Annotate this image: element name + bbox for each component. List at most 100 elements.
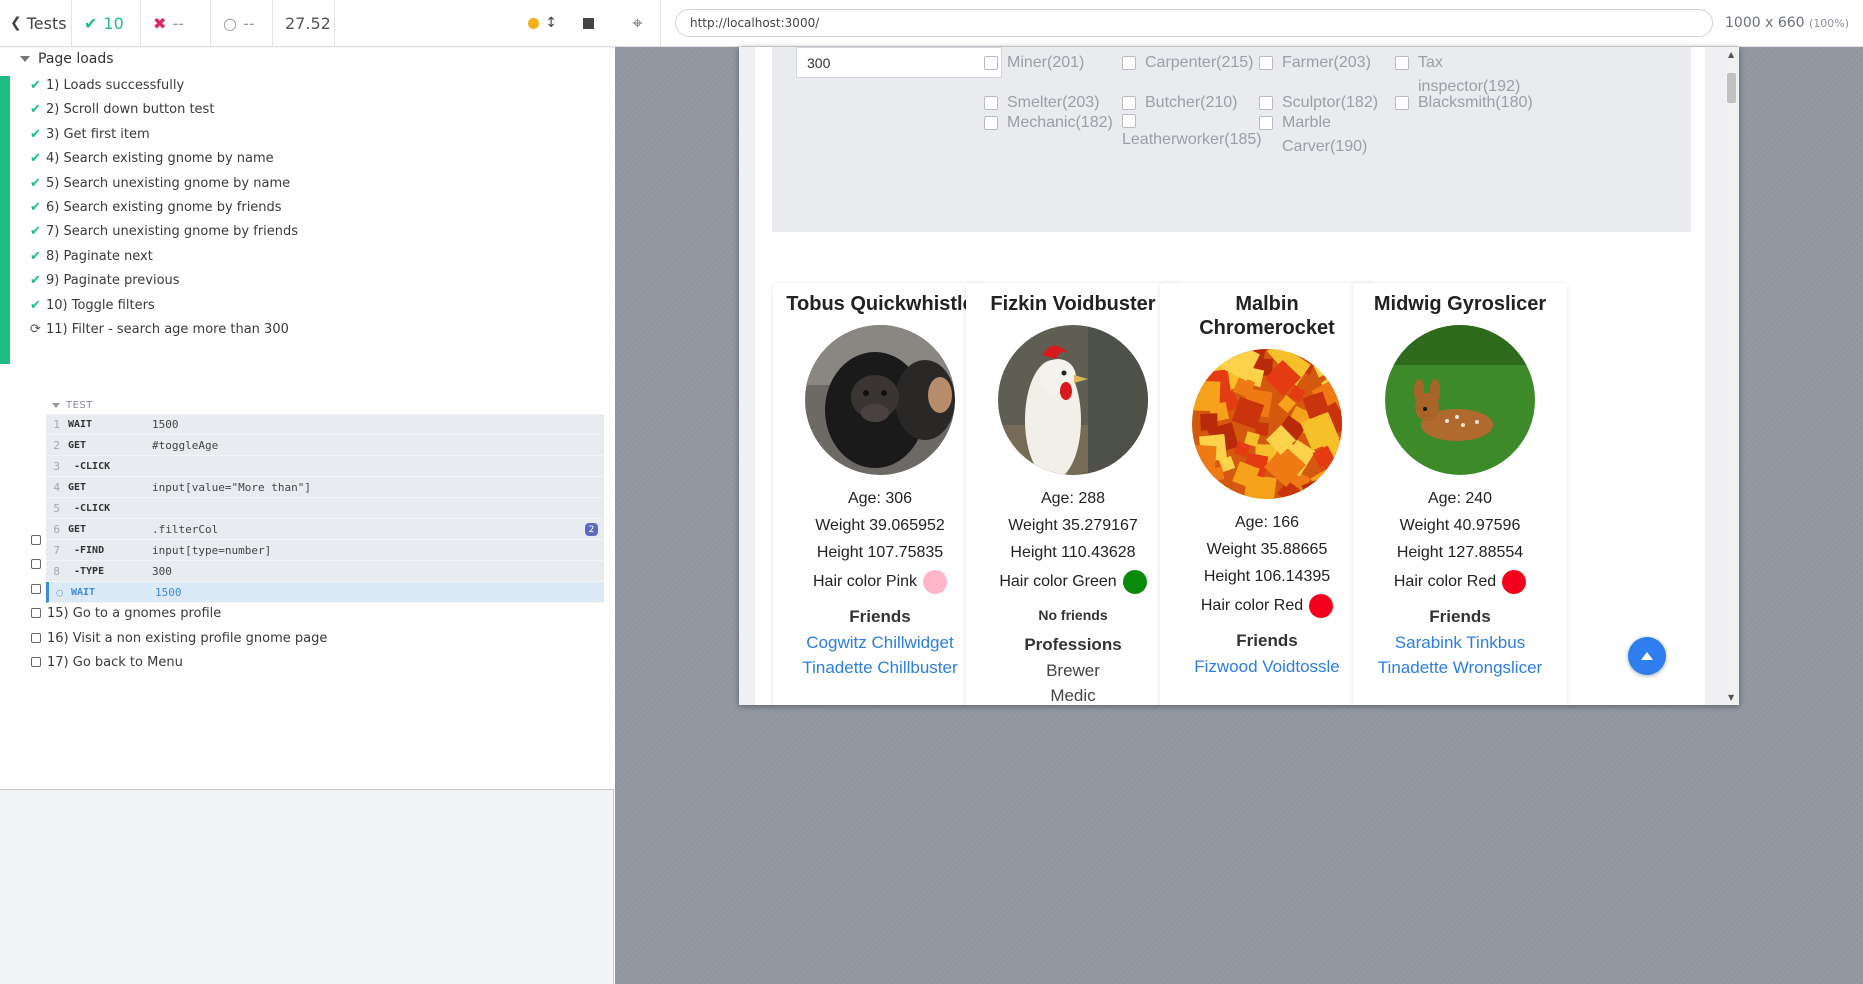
gnome-weight: Weight 40.97596 — [1399, 517, 1521, 534]
profession-checkbox[interactable] — [1259, 96, 1273, 110]
profession-filter-option[interactable]: Blacksmith(180) — [1395, 91, 1535, 115]
age-number-input[interactable] — [796, 47, 1002, 78]
url-bar[interactable]: http://localhost:3000/ — [675, 9, 1713, 37]
command-name: GET — [68, 481, 87, 493]
command-row[interactable]: 2 GET #toggleAge — [46, 435, 604, 456]
gnome-card[interactable]: Tobus Quickwhistle Age: 306 Weight 39.0659… — [773, 283, 987, 705]
profession-filter-option[interactable]: Carpenter(215) — [1122, 51, 1262, 75]
auto-scroll-toggle[interactable]: ↕ — [528, 15, 557, 31]
friend-link[interactable]: Sarabink Tinkbus — [1353, 630, 1567, 655]
profession-checkbox[interactable] — [984, 116, 998, 130]
profession-filter-option[interactable]: Leatherworker(185) — [1122, 111, 1262, 152]
friend-link[interactable]: Tinadette Chillbuster — [773, 655, 987, 680]
hair-color-swatch — [1502, 570, 1527, 594]
viewport-size: 1000 x 660 — [1725, 15, 1805, 31]
test-row[interactable]: ✔ 2) Scroll down button test — [30, 98, 214, 120]
test-row[interactable]: 15) Go to a gnomes profile — [30, 602, 221, 624]
gnome-name: Malbin Chromerocket — [1199, 293, 1335, 339]
friend-link[interactable]: Cogwitz Chillwidget — [773, 630, 987, 655]
reporter-header: ❮ Tests ✔ 10 ✖ -- ○ -- 27.52 ↕ — [0, 0, 614, 47]
test-label: 5) Search unexisting gnome by name — [46, 175, 291, 191]
friend-link[interactable]: Fizwood Voidtossle — [1160, 654, 1374, 679]
command-row[interactable]: 8 -TYPE 300 — [46, 561, 604, 582]
command-log: TEST 1 WAIT 1500 2 GET #toggleAge 3 -CLICK 4 GET i… — [46, 396, 604, 603]
command-row[interactable]: 6 GET .filterCol 2 — [46, 519, 604, 540]
profession-checkbox[interactable] — [1395, 56, 1409, 70]
gnome-avatar — [1385, 325, 1535, 475]
test-label: 1) Loads successfully — [46, 77, 185, 93]
test-row[interactable]: ✔ 6) Search existing gnome by friends — [30, 196, 282, 218]
back-to-tests-label: Tests — [26, 13, 67, 33]
command-message: 1500 — [155, 585, 182, 599]
viewport-zoom: (100%) — [1809, 17, 1850, 30]
profession-checkbox[interactable] — [984, 56, 998, 70]
friend-link[interactable]: Tinadette Wrongslicer — [1353, 655, 1567, 680]
gnome-name: Fizkin Voidbuster — [990, 293, 1156, 315]
test-row[interactable]: ⟳ 11) Filter - search age more than 300 — [30, 318, 289, 340]
command-log-header[interactable]: TEST — [46, 396, 604, 414]
profession-checkbox[interactable] — [1395, 96, 1409, 110]
command-name: GET — [68, 523, 87, 535]
gnome-age: Age: 166 — [1234, 514, 1300, 531]
gnome-card[interactable]: Malbin Chromerocket Age: 166 Weight 35.886… — [1160, 283, 1374, 705]
gnome-age: Age: 240 — [1427, 490, 1493, 507]
suite-title[interactable]: Page loads — [20, 48, 114, 70]
gnome-hair-color: Hair color Pink — [773, 566, 987, 598]
profession-item: Medic — [1050, 686, 1096, 705]
test-label: 8) Paginate next — [46, 248, 153, 264]
test-row[interactable]: ✔ 9) Paginate previous — [30, 269, 180, 291]
profession-checkbox[interactable] — [1122, 56, 1136, 70]
test-row[interactable]: ✔ 7) Search unexisting gnome by friends — [30, 220, 298, 242]
stop-icon[interactable] — [583, 17, 594, 29]
command-message: .filterCol — [152, 522, 219, 536]
checkbox-outline-icon — [31, 633, 41, 643]
gnome-hair-color: Hair color Green — [966, 566, 1180, 598]
runner-controls: ↕ — [335, 0, 614, 46]
profession-checkbox[interactable] — [1122, 114, 1136, 128]
test-row[interactable]: 16) Visit a non existing profile gnome p… — [30, 627, 327, 649]
command-row[interactable]: 3 -CLICK — [46, 456, 604, 477]
back-to-tests-button[interactable]: ❮ Tests — [0, 0, 72, 46]
test-row[interactable]: ✔ 8) Paginate next — [30, 245, 153, 267]
gnome-hair-color: Hair color Red — [1160, 590, 1374, 622]
page-scrollbar[interactable]: ▲ ▼ — [1724, 47, 1739, 705]
suite-title-label: Page loads — [38, 51, 114, 67]
scroll-to-top-button[interactable] — [1628, 637, 1666, 675]
gnome-weight: Weight 35.279167 — [1008, 517, 1138, 534]
gnome-card[interactable]: Midwig Gyroslicer Age: 240 Weight 40.97596… — [1353, 283, 1567, 705]
profession-label: Leatherworker(185) — [1122, 131, 1262, 148]
selector-playground-button[interactable]: ⌖ — [615, 0, 661, 47]
gnome-card[interactable]: Fizkin Voidbuster Age: 288 Weight 35.27916… — [966, 283, 1180, 705]
profession-filter-option[interactable]: Mechanic(182) — [984, 111, 1113, 135]
test-row[interactable]: ✔ 1) Loads successfully — [30, 74, 184, 96]
command-log-header-label: TEST — [66, 399, 93, 411]
profession-checkbox[interactable] — [1122, 96, 1136, 110]
scroll-down-arrow-icon[interactable]: ▼ — [1728, 693, 1734, 702]
failed-count: ✖ -- — [141, 0, 211, 46]
profession-checkbox[interactable] — [1259, 116, 1273, 130]
command-row[interactable]: 7 -FIND input[type=number] — [46, 540, 604, 561]
check-icon: ✔ — [30, 272, 41, 288]
profession-filter-option[interactable]: Farmer(203) — [1259, 51, 1389, 75]
command-row[interactable]: 1 WAIT 1500 — [46, 414, 604, 435]
test-label: 15) Go to a gnomes profile — [47, 605, 222, 621]
command-message: input[value="More than"] — [152, 480, 311, 494]
check-icon: ✔ — [84, 13, 98, 33]
profession-checkbox[interactable] — [984, 96, 998, 110]
command-message: 300 — [152, 564, 172, 578]
profession-filter-option[interactable]: Marble Carver(190) — [1259, 111, 1374, 159]
command-row[interactable]: ◌ WAIT 1500 — [46, 582, 604, 603]
test-row[interactable]: 17) Go back to Menu — [30, 651, 183, 673]
test-row[interactable]: ✔ 10) Toggle filters — [30, 294, 155, 316]
command-row[interactable]: 4 GET input[value="More than"] — [46, 477, 604, 498]
spinner-icon: ◌ — [56, 585, 63, 599]
test-row[interactable]: ✔ 5) Search unexisting gnome by name — [30, 172, 290, 194]
command-row[interactable]: 5 -CLICK — [46, 498, 604, 519]
profession-checkbox[interactable] — [1259, 56, 1273, 70]
test-row[interactable]: ✔ 4) Search existing gnome by name — [30, 147, 274, 169]
scroll-up-arrow-icon[interactable]: ▲ — [1728, 50, 1734, 59]
test-row[interactable]: ✔ 3) Get first item — [30, 123, 150, 145]
command-name: -FIND — [74, 544, 105, 556]
profession-filter-option[interactable]: Miner(201) — [984, 51, 1104, 75]
scrollbar-thumb[interactable] — [1727, 73, 1736, 103]
